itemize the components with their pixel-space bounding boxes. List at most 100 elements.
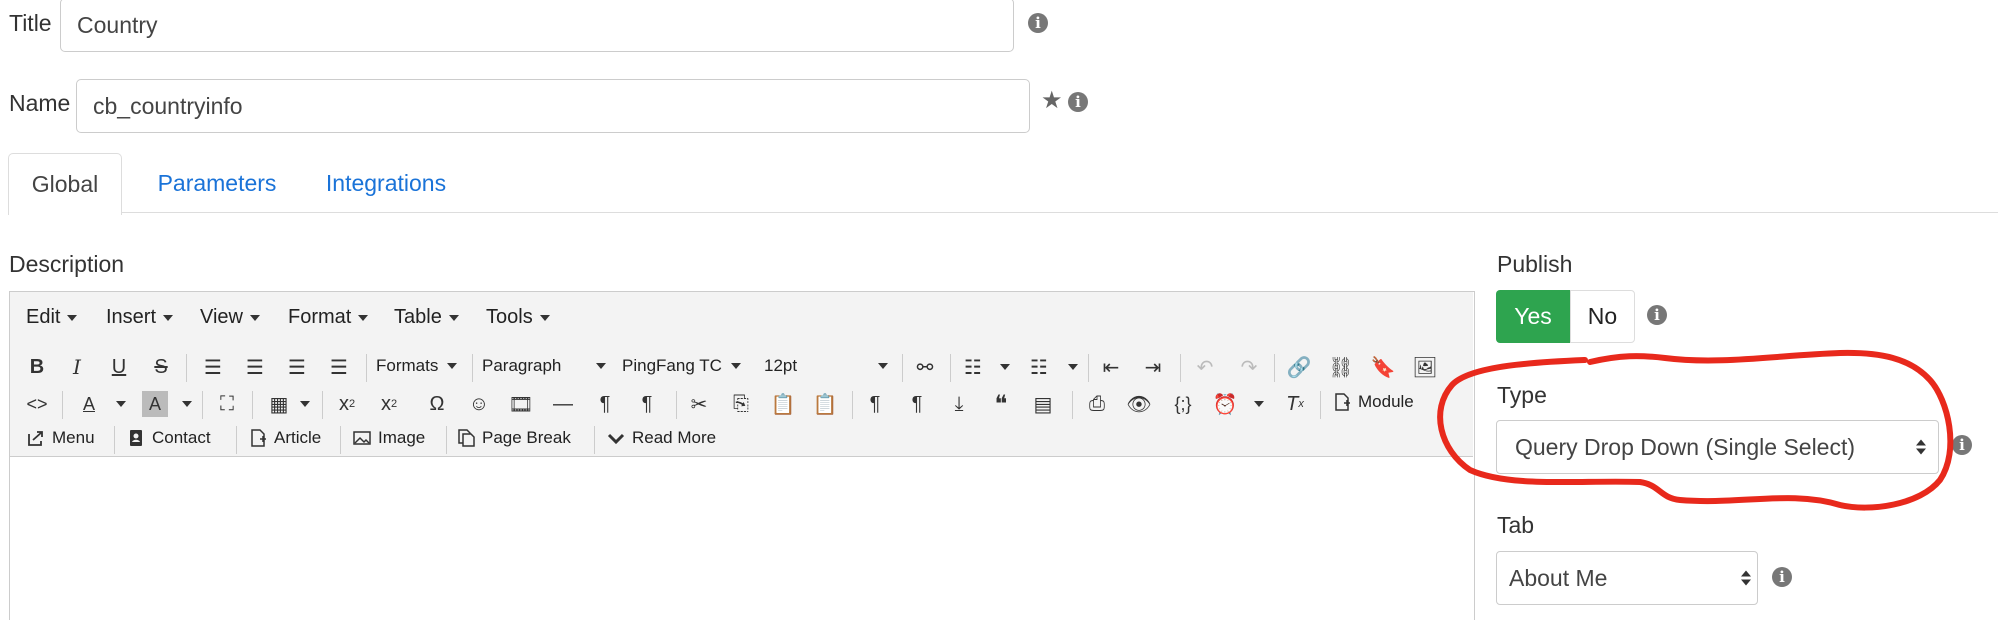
page-break-button[interactable]: Page Break [456,428,571,448]
share-icon [28,431,43,446]
menu-tools-label: Tools [486,306,533,328]
cut-icon[interactable]: ✂ [686,391,712,417]
align-left-icon[interactable]: ☰ [200,354,226,380]
type-select[interactable]: Query Drop Down (Single Select) [1496,420,1939,474]
read-more-button[interactable]: Read More [606,428,716,448]
source-code-icon[interactable]: <> [24,391,50,417]
bold-icon[interactable]: B [24,354,50,380]
redo-icon[interactable]: ↷ [1236,354,1262,380]
paste-icon[interactable]: 📋 [770,391,796,417]
module-button[interactable]: Module [1332,392,1414,412]
tab-global[interactable]: Global [8,153,122,215]
undo-icon[interactable]: ↶ [1192,354,1218,380]
preview-icon[interactable]: 👁 [1126,391,1152,417]
tab-info-icon[interactable]: i [1772,567,1792,587]
insert-menu-button[interactable]: Menu [26,428,95,448]
text-color-dropdown-icon[interactable] [112,391,126,417]
description-label: Description [9,251,125,277]
print-icon[interactable]: ⎙ [1084,391,1110,417]
menu-view[interactable]: View [200,306,260,329]
fullscreen-icon[interactable]: ⛶ [214,391,240,417]
name-label: Name [9,90,71,116]
rtl-icon[interactable]: ¶ [634,391,660,417]
clear-formatting-icon[interactable]: Tx [1282,391,1308,417]
formats-label: Formats [376,356,439,375]
publish-no-button[interactable]: No [1570,290,1635,343]
background-color-icon[interactable]: A [142,391,168,417]
code-sample-icon[interactable]: {;} [1168,391,1198,417]
font-family-dropdown[interactable]: PingFang TC [622,356,741,376]
subscript-icon[interactable]: x2 [332,391,362,417]
table-icon[interactable]: ▦ [266,391,292,417]
tab-select[interactable]: About Me [1496,551,1758,605]
template-icon[interactable]: ▤ [1030,391,1056,417]
blockquote-icon[interactable]: ❝ [988,391,1014,418]
insert-tab-icon[interactable]: ⤓ [946,391,972,417]
text-color-icon[interactable]: A [76,391,102,417]
publish-yes-button[interactable]: Yes [1496,290,1570,343]
strikethrough-icon[interactable]: S [148,354,174,380]
read-more-label: Read More [632,428,717,447]
align-justify-icon[interactable]: ☰ [326,354,352,380]
paragraph-dropdown[interactable]: Paragraph [482,356,606,376]
title-input-value: Country [77,11,158,38]
unlink-icon[interactable]: ⛓ [1328,354,1354,380]
show-blocks-icon[interactable]: ¶ [862,391,888,417]
paste-text-icon[interactable]: 📋 [812,391,838,417]
outdent-icon[interactable]: ⇤ [1098,354,1124,380]
horizontal-rule-icon[interactable]: — [550,391,576,417]
title-info-icon[interactable]: i [1028,13,1048,33]
bookmark-icon[interactable]: 🔖 [1370,354,1396,380]
background-color-dropdown-icon[interactable] [178,391,192,417]
type-info-icon[interactable]: i [1952,435,1972,455]
indent-icon[interactable]: ⇥ [1140,354,1166,380]
menu-table[interactable]: Table [394,306,459,329]
bullet-list-icon[interactable]: ☷ [960,354,986,380]
media-icon[interactable]: 🎞 [508,391,534,417]
copy-icon[interactable]: ⎘ [728,391,754,417]
insert-image-icon[interactable]: 🖼 [1412,354,1438,380]
font-size-dropdown[interactable]: 12pt [764,356,888,376]
italic-icon[interactable]: I [64,354,90,380]
tab-select-value: About Me [1509,564,1608,591]
numbered-list-icon[interactable]: ☷ [1026,354,1052,380]
file-add-icon [251,429,266,447]
visual-chars-icon[interactable]: ¶ [904,391,930,417]
menu-edit[interactable]: Edit [26,306,78,329]
menu-edit-label: Edit [26,306,61,328]
bullet-list-dropdown-icon[interactable] [996,354,1010,380]
menu-view-label: View [200,306,243,328]
insert-image-button[interactable]: Image [352,428,425,448]
underline-icon[interactable]: U [106,354,132,380]
emoticons-icon[interactable]: ☺ [466,391,492,417]
tab-integrations[interactable]: Integrations [311,153,461,213]
insert-contact-button[interactable]: Contact [126,428,211,448]
menu-tools[interactable]: Tools [486,306,550,329]
link-icon[interactable]: 🔗 [1286,354,1312,380]
publish-info-icon[interactable]: i [1647,305,1667,325]
name-info-icon[interactable]: i [1068,92,1088,112]
menu-insert[interactable]: Insert [106,306,174,329]
special-character-icon[interactable]: Ω [424,391,450,417]
description-editor[interactable]: Edit Insert View Format Table Tools B I … [9,291,1475,620]
align-center-icon[interactable]: ☰ [242,354,268,380]
ltr-icon[interactable]: ¶ [592,391,618,417]
insert-menu-label: Menu [52,428,95,447]
font-family-value: PingFang TC [622,356,722,375]
datetime-dropdown-icon[interactable] [1250,391,1264,417]
title-input[interactable]: Country [60,0,1014,52]
insert-contact-label: Contact [152,428,211,447]
numbered-list-dropdown-icon[interactable] [1064,354,1078,380]
required-star-icon: ★ [1041,87,1063,114]
find-replace-icon[interactable]: ⚯ [912,354,938,380]
copy-file-icon [458,429,475,447]
table-dropdown-icon[interactable] [296,391,310,417]
superscript-icon[interactable]: x2 [374,391,404,417]
formats-dropdown[interactable]: Formats [376,356,458,376]
tab-parameters[interactable]: Parameters [136,153,298,213]
insert-datetime-icon[interactable]: ⏰ [1212,391,1238,417]
align-right-icon[interactable]: ☰ [284,354,310,380]
menu-format[interactable]: Format [288,306,369,329]
name-input[interactable]: cb_countryinfo [76,79,1030,133]
insert-article-button[interactable]: Article [248,428,321,448]
